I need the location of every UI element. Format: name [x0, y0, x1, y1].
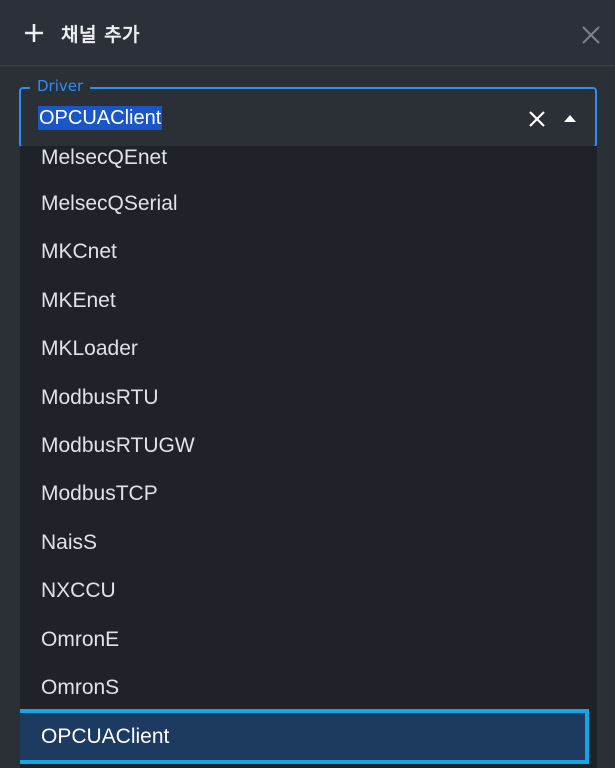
- close-icon[interactable]: [580, 24, 602, 46]
- dialog-header: 채널 추가: [0, 0, 615, 66]
- driver-label: Driver: [30, 77, 91, 95]
- dropdown-option[interactable]: MelsecQSerial: [20, 180, 597, 228]
- driver-input-value[interactable]: OPCUAClient: [38, 106, 163, 130]
- dialog-title: 채널 추가: [61, 24, 141, 46]
- dropdown-option[interactable]: NXCCU: [20, 567, 597, 615]
- dropdown-option[interactable]: ModbusTCP: [20, 470, 597, 518]
- dropdown-option[interactable]: OmronE: [20, 616, 597, 664]
- clear-icon[interactable]: [527, 109, 547, 129]
- dropdown-option[interactable]: OmronS: [20, 664, 597, 712]
- dropdown-option[interactable]: MKCnet: [20, 228, 597, 276]
- dropdown-option[interactable]: ModbusRTU: [20, 374, 597, 422]
- driver-dropdown-list[interactable]: MelsecQEnet MelsecQSerial MKCnet MKEnet …: [20, 146, 597, 768]
- dropdown-option[interactable]: MKEnet: [20, 277, 597, 325]
- dropdown-option[interactable]: ModbusRTUGW: [20, 422, 597, 470]
- dropdown-option[interactable]: MelsecQEnet: [20, 146, 597, 182]
- dropdown-option-selected[interactable]: OPCUAClient: [20, 709, 589, 764]
- plus-icon: [25, 24, 43, 42]
- dropdown-option[interactable]: NaisS: [20, 519, 597, 567]
- dropdown-option[interactable]: MKLoader: [20, 325, 597, 373]
- caret-up-icon[interactable]: [562, 112, 578, 124]
- add-channel-dialog: 채널 추가 Driver OPCUAClient MelsecQEnet Mel…: [0, 0, 615, 768]
